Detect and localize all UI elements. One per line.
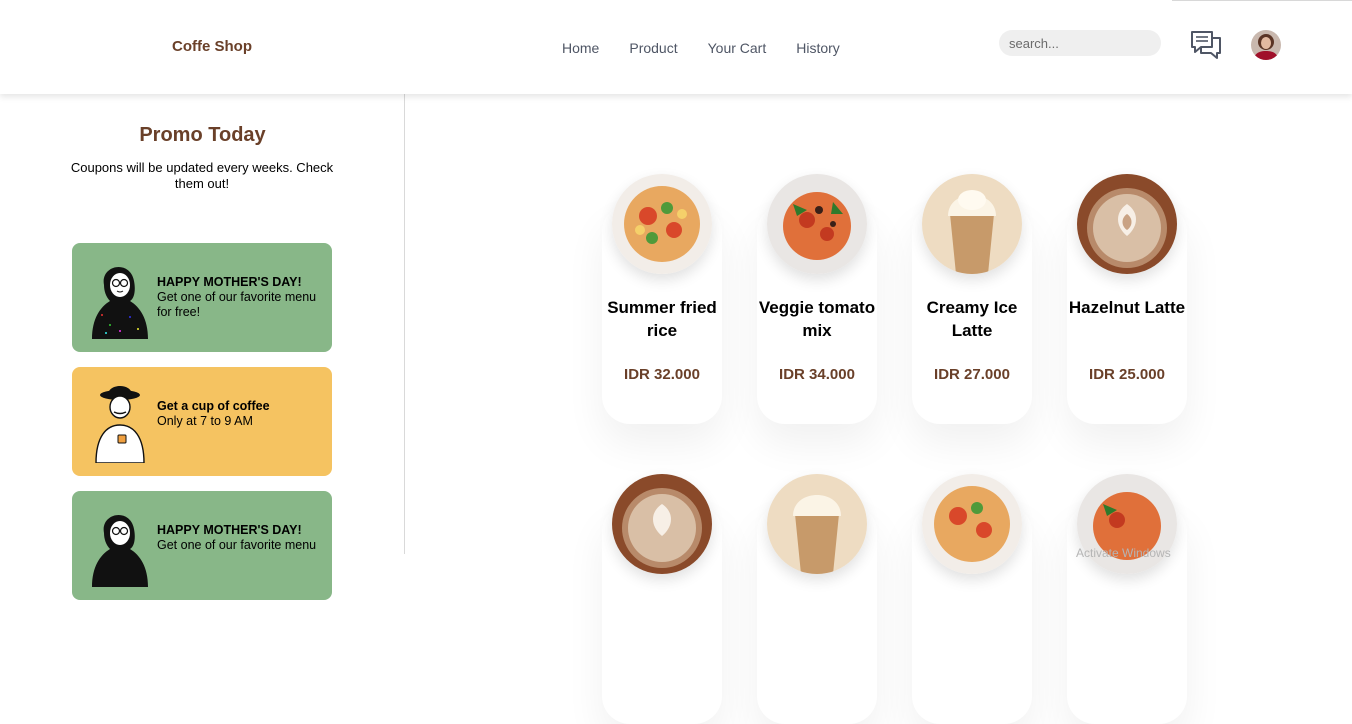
fried-rice-image-icon [922, 474, 1022, 574]
product-card[interactable] [1067, 474, 1187, 724]
promo-description: Coupons will be updated every weeks. Che… [70, 160, 334, 191]
coupon-desc: Only at 7 to 9 AM [157, 414, 253, 428]
product-card[interactable]: Veggie tomato mix IDR 34.000 [757, 174, 877, 424]
coffee-man-illustration-icon [95, 386, 145, 463]
product-image [922, 474, 1022, 574]
product-image [612, 174, 712, 274]
product-price: IDR 25.000 [1089, 366, 1165, 383]
coupon-card[interactable]: HAPPY MOTHER'S DAY! Get one of our favor… [72, 491, 332, 600]
product-image [1077, 174, 1177, 274]
coupon-text: HAPPY MOTHER'S DAY! Get one of our favor… [157, 275, 327, 320]
product-name: Creamy Ice Latte [926, 298, 1018, 340]
main-nav: Home Product Your Cart History [562, 40, 870, 56]
coupon-card[interactable]: HAPPY MOTHER'S DAY! Get one of our favor… [72, 243, 332, 352]
nav-product[interactable]: Product [629, 40, 677, 56]
top-navbar: Coffe Shop Home Product Your Cart Histor… [0, 0, 1352, 94]
product-image [922, 174, 1022, 274]
mother-illustration-icon [92, 515, 148, 587]
promo-sidebar: Promo Today Coupons will be updated ever… [0, 94, 405, 600]
product-name: Summer fried rice [607, 298, 717, 340]
coupon-text: Get a cup of coffee Only at 7 to 9 AM [157, 399, 327, 429]
coupon-title: Get a cup of coffee [157, 399, 270, 413]
product-card[interactable]: Hazelnut Latte IDR 25.000 [1067, 174, 1187, 424]
product-price: IDR 34.000 [779, 366, 855, 383]
search-input[interactable] [999, 30, 1161, 56]
product-image [767, 174, 867, 274]
product-price: IDR 32.000 [624, 366, 700, 383]
header-divider [1172, 0, 1352, 1]
nav-home[interactable]: Home [562, 40, 599, 56]
product-price: IDR 27.000 [934, 366, 1010, 383]
product-image [767, 474, 867, 574]
nav-your-cart[interactable]: Your Cart [708, 40, 767, 56]
product-card[interactable] [912, 474, 1032, 724]
mother-illustration-icon [92, 267, 148, 339]
promo-title: Promo Today [139, 124, 266, 146]
nav-history[interactable]: History [796, 40, 840, 56]
hazelnut-latte-image-icon [612, 474, 712, 574]
hazelnut-latte-image-icon [1077, 174, 1177, 274]
veggie-tomato-image-icon [767, 174, 867, 274]
creamy-ice-latte-image-icon [767, 474, 867, 574]
coupon-text: HAPPY MOTHER'S DAY! Get one of our favor… [157, 523, 327, 553]
product-name: Hazelnut Latte [1068, 298, 1186, 317]
creamy-ice-latte-image-icon [922, 174, 1022, 274]
product-name: Veggie tomato mix [758, 298, 876, 340]
user-avatar[interactable] [1251, 30, 1281, 60]
product-card[interactable] [602, 474, 722, 724]
coupon-title: HAPPY MOTHER'S DAY! [157, 523, 302, 537]
product-card[interactable]: Summer fried rice IDR 32.000 [602, 174, 722, 424]
product-card[interactable]: Creamy Ice Latte IDR 27.000 [912, 174, 1032, 424]
chat-bubbles-icon[interactable] [1189, 29, 1223, 61]
avatar-image [1251, 30, 1281, 60]
fried-rice-image-icon [612, 174, 712, 274]
coupon-desc: Get one of our favorite menu [157, 538, 317, 552]
brand-name[interactable]: Coffe Shop [172, 38, 252, 55]
product-card[interactable] [757, 474, 877, 724]
coupon-title: HAPPY MOTHER'S DAY! [157, 275, 302, 289]
product-image [612, 474, 712, 574]
coupon-card[interactable]: Get a cup of coffee Only at 7 to 9 AM [72, 367, 332, 476]
os-watermark: Activate Windows [1076, 546, 1171, 560]
coupon-desc: Get one of our favorite menu for free! [157, 290, 317, 319]
